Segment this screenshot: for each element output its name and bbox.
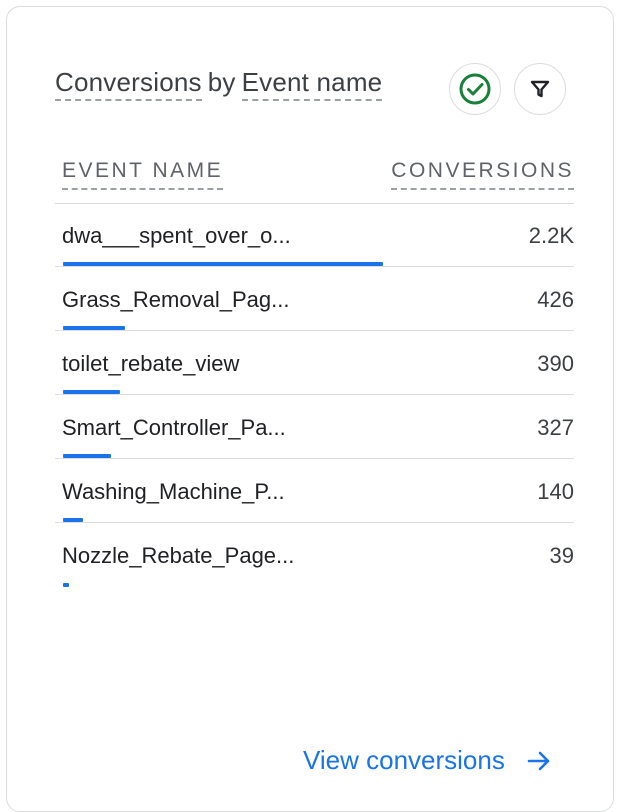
event-name-cell: dwa___spent_over_o...	[62, 223, 291, 248]
conversion-bar-track	[63, 454, 563, 458]
table-row[interactable]: toilet_rebate_view 390	[55, 331, 574, 395]
conversions-value-cell: 327	[537, 415, 574, 440]
event-table: dwa___spent_over_o... 2.2K Grass_Removal_P…	[55, 203, 574, 587]
dimension-selector[interactable]: Event name	[241, 67, 383, 101]
filter-icon	[530, 80, 550, 98]
conversion-bar-track	[63, 390, 563, 394]
conversions-value-cell: 2.2K	[528, 223, 574, 248]
event-name-cell: Nozzle_Rebate_Page...	[62, 543, 295, 568]
column-header-conversions[interactable]: CONVERSIONS	[391, 159, 574, 190]
conversions-value-cell: 39	[549, 543, 574, 568]
conversion-bar	[63, 326, 125, 330]
event-name-cell: toilet_rebate_view	[62, 351, 240, 376]
conversions-value-cell: 140	[537, 479, 574, 504]
event-name-cell: Smart_Controller_Pa...	[62, 415, 286, 440]
conversion-bar-track	[63, 518, 563, 522]
conversion-bar	[63, 262, 383, 266]
event-name-cell: Grass_Removal_Pag...	[62, 287, 290, 312]
conversion-bar-track	[63, 326, 563, 330]
table-row[interactable]: Nozzle_Rebate_Page... 39	[55, 523, 574, 587]
title-by-text: by	[207, 67, 236, 97]
conversion-bar	[63, 390, 120, 394]
table-header: EVENT NAME CONVERSIONS	[55, 155, 574, 204]
check-circle-button[interactable]	[449, 63, 501, 115]
conversion-bar	[63, 454, 111, 458]
conversion-bar	[63, 583, 69, 587]
conversion-bar	[63, 518, 83, 522]
table-row[interactable]: Washing_Machine_P... 140	[55, 459, 574, 523]
card-header: Conversions by Event name	[55, 59, 575, 115]
conversion-bar-track	[63, 262, 563, 266]
metric-selector[interactable]: Conversions	[55, 67, 202, 101]
conversion-bar-track	[63, 583, 563, 587]
check-circle-icon	[459, 73, 491, 105]
card-title: Conversions by Event name	[55, 67, 383, 101]
table-row[interactable]: dwa___spent_over_o... 2.2K	[55, 203, 574, 267]
table-row[interactable]: Smart_Controller_Pa... 327	[55, 395, 574, 459]
column-header-event-name[interactable]: EVENT NAME	[62, 159, 224, 190]
arrow-right-icon	[525, 747, 553, 775]
view-conversions-link[interactable]: View conversions	[303, 745, 553, 776]
conversions-card: Conversions by Event name EVENT NAME CONVE…	[6, 6, 614, 812]
table-row[interactable]: Grass_Removal_Pag... 426	[55, 267, 574, 331]
event-name-cell: Washing_Machine_P...	[62, 479, 285, 504]
filter-button[interactable]	[514, 63, 566, 115]
view-conversions-label: View conversions	[303, 745, 505, 775]
conversions-value-cell: 426	[537, 287, 574, 312]
conversions-value-cell: 390	[537, 351, 574, 376]
